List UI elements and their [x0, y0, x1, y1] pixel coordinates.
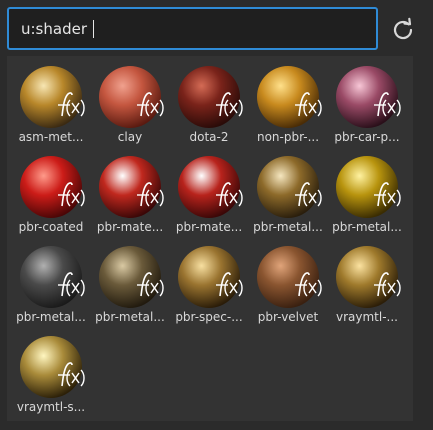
shader-item[interactable]: dota-2	[169, 58, 249, 146]
function-icon	[374, 92, 401, 117]
material-preview	[97, 154, 164, 220]
shader-item[interactable]: pbr-metal...	[327, 148, 407, 236]
material-preview	[334, 154, 401, 220]
shader-label: pbr-mate...	[175, 220, 243, 234]
shader-item[interactable]: pbr-metal...	[248, 148, 328, 236]
shader-item[interactable]: vraymtl-...	[327, 238, 407, 326]
refresh-icon	[393, 17, 413, 40]
refresh-button[interactable]	[389, 16, 417, 44]
shader-label: dota-2	[189, 130, 229, 144]
shader-label: pbr-car-p...	[334, 130, 400, 144]
function-icon	[295, 272, 322, 297]
shader-label: clay	[117, 130, 143, 144]
text-caret	[93, 19, 94, 38]
shader-item[interactable]: pbr-coated	[11, 148, 91, 236]
shader-label: pbr-velvet	[257, 310, 319, 324]
shader-gallery: asm-met... clay dota-2 non-pbr-... pbr-car-p…	[7, 56, 413, 421]
shader-item[interactable]: pbr-velvet	[248, 238, 328, 326]
shader-label: pbr-metal...	[16, 310, 86, 324]
material-preview	[176, 244, 243, 310]
shader-item[interactable]: pbr-car-p...	[327, 58, 407, 146]
material-preview	[255, 244, 322, 310]
material-preview	[255, 64, 322, 130]
scrollbar-track[interactable]	[416, 56, 430, 421]
shader-item[interactable]: pbr-metal...	[90, 238, 170, 326]
function-icon	[216, 92, 243, 117]
function-icon	[137, 92, 164, 117]
shader-label: pbr-metal...	[95, 310, 165, 324]
function-icon	[216, 182, 243, 207]
material-preview	[97, 64, 164, 130]
shader-label: pbr-mate...	[96, 220, 164, 234]
shader-label: non-pbr-...	[256, 130, 320, 144]
function-icon	[295, 92, 322, 117]
shader-label: pbr-metal...	[253, 220, 323, 234]
shader-item[interactable]: clay	[90, 58, 170, 146]
function-icon	[216, 272, 243, 297]
shader-item[interactable]: pbr-mate...	[90, 148, 170, 236]
shader-item[interactable]: non-pbr-...	[248, 58, 328, 146]
shader-label: pbr-coated	[18, 220, 84, 234]
function-icon	[137, 182, 164, 207]
shader-item[interactable]: pbr-mate...	[169, 148, 249, 236]
shader-label: vraymtl-s...	[16, 400, 86, 414]
search-input[interactable]: u:shader	[7, 7, 378, 50]
material-preview	[18, 64, 85, 130]
material-preview	[176, 154, 243, 220]
material-preview	[176, 64, 243, 130]
shader-item[interactable]: asm-met...	[11, 58, 91, 146]
function-icon	[374, 182, 401, 207]
shader-label: vraymtl-...	[336, 310, 398, 324]
material-preview	[97, 244, 164, 310]
function-icon	[374, 272, 401, 297]
function-icon	[58, 182, 85, 207]
material-preview	[255, 154, 322, 220]
material-preview	[334, 244, 401, 310]
material-preview	[18, 154, 85, 220]
shader-label: pbr-spec-...	[175, 310, 243, 324]
shader-label: pbr-metal...	[332, 220, 402, 234]
shader-item[interactable]: pbr-metal...	[11, 238, 91, 326]
shader-label: asm-met...	[18, 130, 84, 144]
material-preview	[18, 334, 85, 400]
search-text: u:shader	[21, 19, 87, 38]
shader-item[interactable]: pbr-spec-...	[169, 238, 249, 326]
material-preview	[334, 64, 401, 130]
function-icon	[295, 182, 322, 207]
material-preview	[18, 244, 85, 310]
shader-item[interactable]: vraymtl-s...	[11, 328, 91, 416]
function-icon	[137, 272, 164, 297]
function-icon	[58, 362, 85, 387]
function-icon	[58, 92, 85, 117]
function-icon	[58, 272, 85, 297]
